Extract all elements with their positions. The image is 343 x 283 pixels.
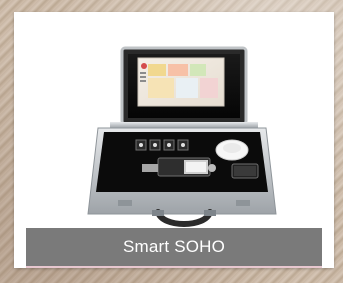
briefcase-demo-kit-icon: [87, 46, 277, 227]
caption-bar[interactable]: Smart SOHO: [26, 228, 322, 266]
product-card[interactable]: Smart SOHO: [14, 12, 334, 268]
product-photo: [26, 22, 322, 238]
product-title: Smart SOHO: [122, 237, 226, 256]
card-accent-line: [26, 266, 322, 268]
hinge-strip: [110, 122, 258, 128]
